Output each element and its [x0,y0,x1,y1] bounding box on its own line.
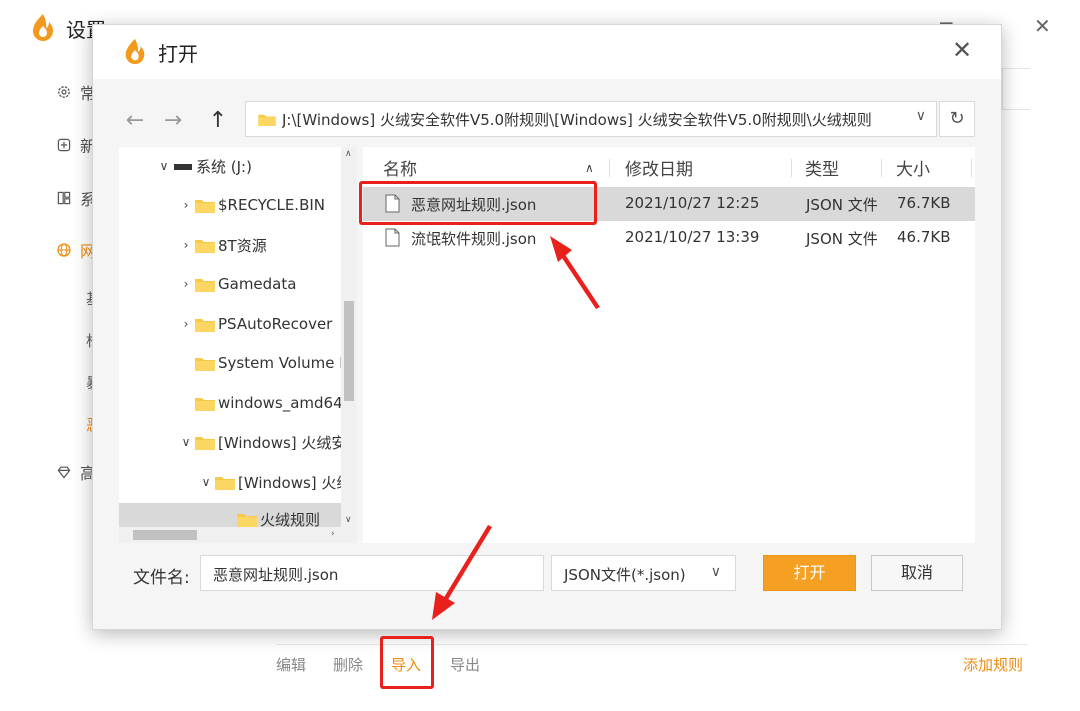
tree-item-label: 系统 (J:) [196,157,252,176]
scrollbar-thumb[interactable] [133,530,197,540]
filename-label: 文件名: [133,568,190,588]
export-button[interactable]: 导出 [450,654,480,675]
grid-icon [57,191,71,205]
gear-icon [58,86,70,98]
chevron-right-icon: › [183,277,189,291]
tree-item[interactable]: › $RECYCLE.BIN [179,192,325,218]
tree-item[interactable]: › 8T资源 [179,232,267,258]
open-file-dialog: 打开 ✕ ← → ↑ J:\[Windows] 火绒安全软件V5.0附规则\[W… [92,24,1002,630]
chevron-right-icon: › [183,317,189,331]
address-bar[interactable]: J:\[Windows] 火绒安全软件V5.0附规则\[Windows] 火绒安… [245,101,937,137]
globe-icon [57,243,71,257]
folder-tree: ∨ 系统 (J:) › $RECYCLE.BIN › 8T资源 › Gameda… [119,147,357,543]
content-panel [1002,68,1030,110]
huorong-logo-icon [33,14,53,41]
sidebar-item-general[interactable]: 常 [56,80,96,104]
scrollbar-thumb[interactable] [344,301,354,401]
up-arrow-icon[interactable]: ↑ [204,107,232,135]
file-type: JSON 文件 [806,230,878,248]
file-type: JSON 文件 [806,196,878,214]
scroll-down-icon[interactable]: ∨ [345,515,352,525]
file-icon [385,228,400,247]
folder-icon [237,513,257,527]
diamond-icon [57,466,71,479]
folder-icon [195,397,215,411]
window-close-icon[interactable]: ✕ [1034,14,1051,38]
folder-icon [195,199,215,213]
open-button[interactable]: 打开 [763,555,856,591]
dialog-title: 打开 [158,42,198,66]
sidebar-item-new[interactable]: 新 [56,133,96,157]
chevron-down-icon[interactable]: ∨ [916,108,926,124]
tree-item-label: [Windows] 火绒安全软件V5.0附规则 [238,473,357,492]
column-separator[interactable] [791,159,792,177]
column-separator[interactable] [609,159,610,177]
tree-item[interactable]: › PSAutoRecover [179,311,333,337]
file-size: 76.7KB [897,194,951,212]
scroll-right-icon[interactable]: › [331,529,335,539]
chevron-down-icon: ∨ [201,475,211,489]
column-header-type[interactable]: 类型 [805,155,839,180]
folder-icon [195,357,215,371]
file-date: 2021/10/27 12:25 [625,194,760,212]
column-header-date[interactable]: 修改日期 [625,155,693,180]
column-separator[interactable] [881,159,882,177]
file-row[interactable]: 流氓软件规则.json 2021/10/27 13:39 JSON 文件 46.… [363,221,975,255]
column-header-size[interactable]: 大小 [896,155,930,180]
folder-icon [258,114,276,126]
delete-button[interactable]: 删除 [333,654,363,675]
huorong-logo-icon [125,38,145,65]
tree-item[interactable]: System Volume Information [195,350,357,376]
folder-icon [195,278,215,292]
sidebar-item-network[interactable]: 网 [56,238,96,262]
folder-icon [215,476,235,490]
tree-item[interactable]: windows_amd64 [195,390,343,416]
chevron-right-icon: › [183,198,189,212]
folder-icon [195,318,215,332]
sidebar-item-advanced[interactable]: 高 [56,460,96,484]
tree-item-label: 8T资源 [218,236,267,255]
scroll-up-icon[interactable]: ∧ [345,149,352,159]
highlight-box [359,181,597,225]
tree-item[interactable]: › Gamedata [179,271,297,297]
folder-icon [195,436,215,450]
chevron-down-icon: ∨ [710,564,721,580]
plus-square-icon [57,138,71,152]
tree-item-label: Gamedata [218,275,297,293]
tree-item-label: System Volume Information [218,354,357,372]
filetype-value: JSON文件(*.json) [564,566,686,584]
chevron-right-icon: › [183,238,189,252]
add-rule-button[interactable]: 添加规则 [963,654,1023,675]
back-arrow-icon[interactable]: ← [121,107,149,135]
folder-icon [195,239,215,253]
cancel-button[interactable]: 取消 [871,555,963,591]
chevron-down-icon: ∨ [159,159,169,173]
drive-icon [174,163,192,170]
tree-item-label: $RECYCLE.BIN [218,196,326,214]
tree-item-label: [Windows] 火绒安全软件V5.0附规则 [218,433,357,452]
tree-item[interactable]: ∨ [Windows] 火绒安全软件V5.0附规则 [199,469,357,495]
file-name: 流氓软件规则.json [411,230,537,248]
close-icon[interactable]: ✕ [947,35,977,65]
chevron-down-icon: ∨ [181,435,191,449]
dialog-titlebar: 打开 ✕ [93,25,1001,79]
tree-item-label: windows_amd64 [218,394,343,412]
sort-up-icon: ∧ [585,161,594,175]
filetype-select[interactable]: JSON文件(*.json) ∨ [551,555,736,591]
tree-item[interactable]: ∨ [Windows] 火绒安全软件V5.0附规则 [179,429,357,455]
tree-item[interactable]: ∨ 系统 (J:) [157,153,252,179]
sidebar-item-system[interactable]: 系 [56,186,96,210]
tree-item-label: PSAutoRecover [218,315,333,333]
filename-input[interactable]: 恶意网址规则.json [200,555,544,591]
column-separator[interactable] [971,159,972,177]
highlight-box [380,636,434,689]
forward-arrow-icon[interactable]: → [159,107,187,135]
address-path: J:\[Windows] 火绒安全软件V5.0附规则\[Windows] 火绒安… [282,110,872,129]
column-header-name[interactable]: 名称 [383,155,417,180]
file-date: 2021/10/27 13:39 [625,228,760,246]
refresh-icon[interactable]: ↻ [939,101,975,137]
file-size: 46.7KB [897,228,951,246]
edit-button[interactable]: 编辑 [276,654,306,675]
